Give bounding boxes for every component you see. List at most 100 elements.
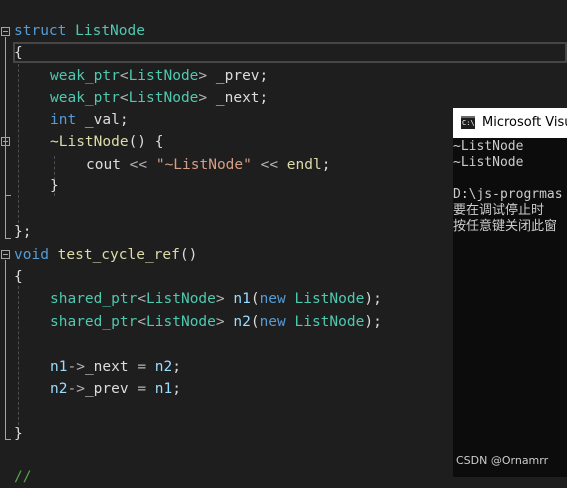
function-name: test_cycle_ref bbox=[48, 247, 180, 263]
operator: > bbox=[198, 68, 208, 84]
keyword: void bbox=[14, 247, 49, 263]
type-name: ListNode bbox=[146, 314, 216, 330]
member-name: _prev bbox=[84, 381, 129, 397]
code-line[interactable]: // bbox=[14, 466, 31, 488]
operator: << bbox=[251, 157, 287, 173]
operator: << bbox=[120, 157, 156, 173]
identifier: cout bbox=[86, 157, 121, 173]
collapse-destructor-icon[interactable] bbox=[1, 137, 10, 146]
indent-guide bbox=[18, 64, 19, 228]
brace: } bbox=[50, 178, 59, 194]
punct: ; bbox=[259, 90, 269, 106]
brace: } bbox=[14, 426, 23, 442]
code-line[interactable]: shared_ptr<ListNode> n2(new ListNode); bbox=[50, 311, 382, 333]
destructor-name: ~ListNode bbox=[50, 134, 129, 150]
operator: -> bbox=[67, 359, 85, 375]
variable-name: n1 bbox=[50, 359, 68, 375]
struct-name: ListNode bbox=[75, 23, 145, 39]
operator: -> bbox=[67, 381, 85, 397]
variable-name: n2 bbox=[224, 314, 251, 330]
fold-end-function bbox=[5, 439, 11, 440]
member-name: _next bbox=[207, 90, 260, 106]
code-line[interactable]: } bbox=[14, 423, 23, 445]
console-output-line: 要在调试停止时 bbox=[453, 203, 545, 218]
collapse-struct-icon[interactable] bbox=[1, 27, 10, 36]
indent-guide bbox=[18, 286, 19, 430]
code-line[interactable]: n2->_prev = n1; bbox=[50, 378, 181, 400]
identifier: endl bbox=[286, 157, 322, 173]
punct: ; bbox=[259, 68, 269, 84]
operator: = bbox=[128, 381, 155, 397]
member-name: _val bbox=[76, 112, 120, 128]
keyword: int bbox=[50, 112, 77, 128]
code-line[interactable]: weak_ptr<ListNode> _next; bbox=[50, 87, 268, 109]
punct: () { bbox=[128, 134, 164, 150]
type-name: ListNode bbox=[285, 291, 365, 307]
template-name: shared_ptr bbox=[50, 314, 138, 330]
punct: ; bbox=[119, 112, 129, 128]
console-output-line: D:\js-progrmas bbox=[453, 187, 563, 202]
variable-name: n1 bbox=[224, 291, 251, 307]
code-line[interactable]: n1->_next = n2; bbox=[50, 356, 181, 378]
brace: }; bbox=[14, 224, 32, 240]
type-name: ListNode bbox=[285, 314, 365, 330]
operator: = bbox=[128, 359, 155, 375]
operator: < bbox=[137, 291, 147, 307]
code-line[interactable]: { bbox=[14, 42, 23, 64]
operator: > bbox=[198, 90, 208, 106]
code-line[interactable]: shared_ptr<ListNode> n1(new ListNode); bbox=[50, 288, 382, 310]
operator: < bbox=[137, 314, 147, 330]
template-name: weak_ptr bbox=[50, 90, 120, 106]
code-line[interactable]: int _val; bbox=[50, 109, 129, 131]
keyword: new bbox=[259, 314, 286, 330]
string-literal: "~ListNode" bbox=[155, 157, 252, 173]
console-output-line: ~ListNode bbox=[453, 139, 524, 154]
code-line[interactable]: ~ListNode() { bbox=[50, 131, 164, 153]
comment: // bbox=[14, 469, 32, 485]
keyword: new bbox=[259, 291, 286, 307]
console-output-line: ~ListNode bbox=[453, 155, 524, 170]
type-name: ListNode bbox=[146, 291, 216, 307]
collapse-function-icon[interactable] bbox=[1, 250, 10, 259]
variable-name: n2 bbox=[50, 381, 68, 397]
type-name: ListNode bbox=[128, 90, 199, 106]
punct: ; bbox=[321, 157, 331, 173]
operator: > bbox=[215, 314, 225, 330]
fold-region-function bbox=[5, 260, 6, 439]
console-output-line: 按任意键关闭此窗 bbox=[453, 219, 558, 234]
fold-end-destructor bbox=[5, 195, 11, 196]
punct: ); bbox=[364, 291, 382, 307]
template-name: shared_ptr bbox=[50, 291, 138, 307]
punct: ; bbox=[172, 381, 181, 397]
watermark-text: CSDN @Ornamrr bbox=[456, 454, 549, 467]
punct: ; bbox=[172, 359, 181, 375]
brace: { bbox=[14, 269, 23, 285]
debug-console-window[interactable]: C:\ Microsoft Visual Studio 调试控制台 ~ListN… bbox=[453, 108, 567, 477]
variable-name: n1 bbox=[154, 381, 173, 397]
brace: { bbox=[14, 45, 23, 61]
code-line[interactable]: }; bbox=[14, 221, 31, 243]
fold-end-struct bbox=[5, 238, 11, 239]
operator: > bbox=[215, 291, 225, 307]
code-line[interactable]: { bbox=[14, 266, 23, 288]
punct: ); bbox=[364, 314, 382, 330]
console-title-bar[interactable]: C:\ Microsoft Visual Studio 调试控制台 bbox=[453, 108, 567, 138]
template-name: weak_ptr bbox=[50, 68, 120, 84]
punct: () bbox=[179, 247, 198, 263]
console-title: Microsoft Visual Studio 调试控制台 bbox=[482, 115, 567, 130]
code-line[interactable]: cout << "~ListNode" << endl; bbox=[86, 154, 330, 176]
code-line[interactable]: struct ListNode bbox=[14, 20, 145, 42]
type-name: ListNode bbox=[128, 68, 199, 84]
code-line[interactable]: void test_cycle_ref() bbox=[14, 244, 197, 266]
operator: < bbox=[119, 68, 129, 84]
punct: ( bbox=[250, 291, 260, 307]
current-line-highlight bbox=[13, 42, 567, 63]
code-line[interactable]: weak_ptr<ListNode> _prev; bbox=[50, 65, 268, 87]
punct: ( bbox=[250, 314, 260, 330]
operator: < bbox=[119, 90, 129, 106]
console-app-icon: C:\ bbox=[461, 116, 475, 129]
variable-name: n2 bbox=[154, 359, 173, 375]
member-name: _prev bbox=[207, 68, 260, 84]
keyword: struct bbox=[14, 23, 67, 39]
code-line[interactable]: } bbox=[50, 175, 59, 197]
